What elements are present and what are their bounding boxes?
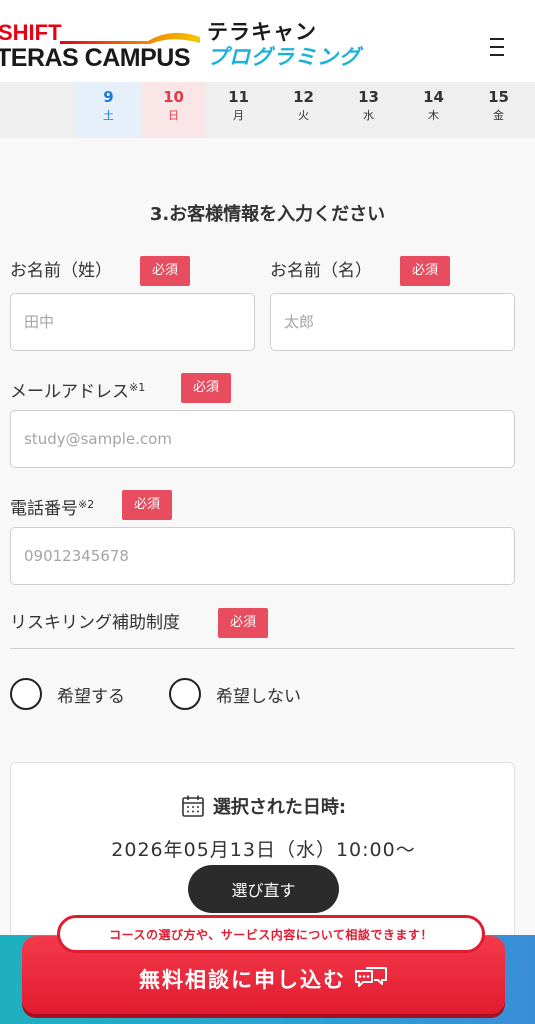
- radio-option-no[interactable]: 希望しない: [169, 678, 301, 710]
- last-name-input[interactable]: [24, 313, 241, 331]
- radio-circle-icon[interactable]: [10, 678, 42, 710]
- radio-label-yes: 希望する: [57, 686, 125, 707]
- required-badge: 必須: [218, 608, 269, 638]
- site-header: SHIFT TERAS CAMPUS テラキャン プログラミング: [0, 0, 535, 82]
- required-badge: 必須: [400, 256, 451, 286]
- chat-bubble-icon: [355, 967, 387, 987]
- required-badge: 必須: [140, 256, 191, 286]
- logo-terakyan-text[interactable]: テラキャン: [207, 20, 317, 44]
- date-weekday: 土: [103, 109, 114, 122]
- first-name-input[interactable]: [284, 313, 501, 331]
- first-name-field[interactable]: [270, 293, 515, 351]
- date-weekday: 金: [493, 109, 504, 122]
- logo-programming-text[interactable]: プログラミング: [207, 44, 361, 70]
- email-input[interactable]: [24, 430, 501, 448]
- email-field[interactable]: [10, 410, 515, 468]
- divider: [10, 648, 515, 649]
- phone-label-text: 電話番号: [10, 499, 78, 519]
- email-label-text: メールアドレス: [10, 382, 129, 402]
- required-badge: 必須: [122, 490, 173, 520]
- date-number: 15: [488, 88, 509, 106]
- logo-teras-campus-text[interactable]: TERAS CAMPUS: [0, 44, 191, 72]
- date-cell-14[interactable]: 14 木: [401, 82, 466, 138]
- cta-button-label: 無料相談に申し込む: [139, 968, 346, 992]
- phone-input[interactable]: [24, 547, 501, 565]
- logo-shift-text[interactable]: SHIFT: [0, 22, 62, 44]
- date-weekday: 火: [298, 109, 309, 122]
- date-cell-15[interactable]: 15 金: [466, 82, 531, 138]
- phone-note: ※2: [78, 498, 95, 511]
- date-cell-10[interactable]: 10 日: [141, 82, 206, 138]
- radio-label-no: 希望しない: [216, 686, 301, 707]
- page: SHIFT TERAS CAMPUS テラキャン プログラミング 9 土 10: [0, 0, 535, 1024]
- email-note: ※1: [129, 381, 146, 394]
- cta-speech-bubble: コースの選び方や、サービス内容について相談できます！: [57, 915, 485, 953]
- last-name-field[interactable]: [10, 293, 255, 351]
- date-weekday: 木: [428, 109, 439, 122]
- date-cell-13[interactable]: 13 水: [336, 82, 401, 138]
- selected-datetime-title: 選択された日時:: [11, 793, 516, 819]
- date-cell-12[interactable]: 12 火: [271, 82, 336, 138]
- date-cell-11[interactable]: 11 月: [206, 82, 271, 138]
- date-weekday: 水: [363, 109, 374, 122]
- email-label: メールアドレス※1: [10, 376, 145, 404]
- first-name-label: お名前（名）: [270, 261, 372, 281]
- selected-datetime-heading: 選択された日時:: [212, 797, 347, 818]
- date-number: 14: [423, 88, 444, 106]
- reskilling-label: リスキリング補助制度: [10, 613, 180, 633]
- date-number: 9: [103, 88, 114, 106]
- phone-label: 電話番号※2: [10, 493, 94, 521]
- date-number: 10: [163, 88, 184, 106]
- date-number: 12: [293, 88, 314, 106]
- section-title: 3.お客様情報を入力ください: [149, 204, 386, 225]
- calendar-icon: [182, 795, 204, 817]
- radio-circle-icon[interactable]: [169, 678, 201, 710]
- selected-datetime-value: 2026年05月13日（水）10:00〜: [111, 839, 416, 861]
- date-cell-9[interactable]: 9 土: [76, 82, 141, 138]
- date-number: 11: [228, 88, 249, 106]
- required-badge: 必須: [181, 373, 232, 403]
- hamburger-menu-icon[interactable]: [480, 30, 514, 64]
- date-weekday: 日: [168, 109, 179, 122]
- last-name-label: お名前（姓）: [10, 261, 112, 281]
- date-weekday: 月: [233, 109, 244, 122]
- date-number: 13: [358, 88, 379, 106]
- date-selector-strip: 9 土 10 日 11 月 12 火 13 水 14 木 15 金: [0, 82, 535, 138]
- phone-field[interactable]: [10, 527, 515, 585]
- radio-option-yes[interactable]: 希望する: [10, 678, 125, 710]
- logo-swoosh-icon: [60, 32, 200, 44]
- reselect-button[interactable]: 選び直す: [188, 865, 339, 913]
